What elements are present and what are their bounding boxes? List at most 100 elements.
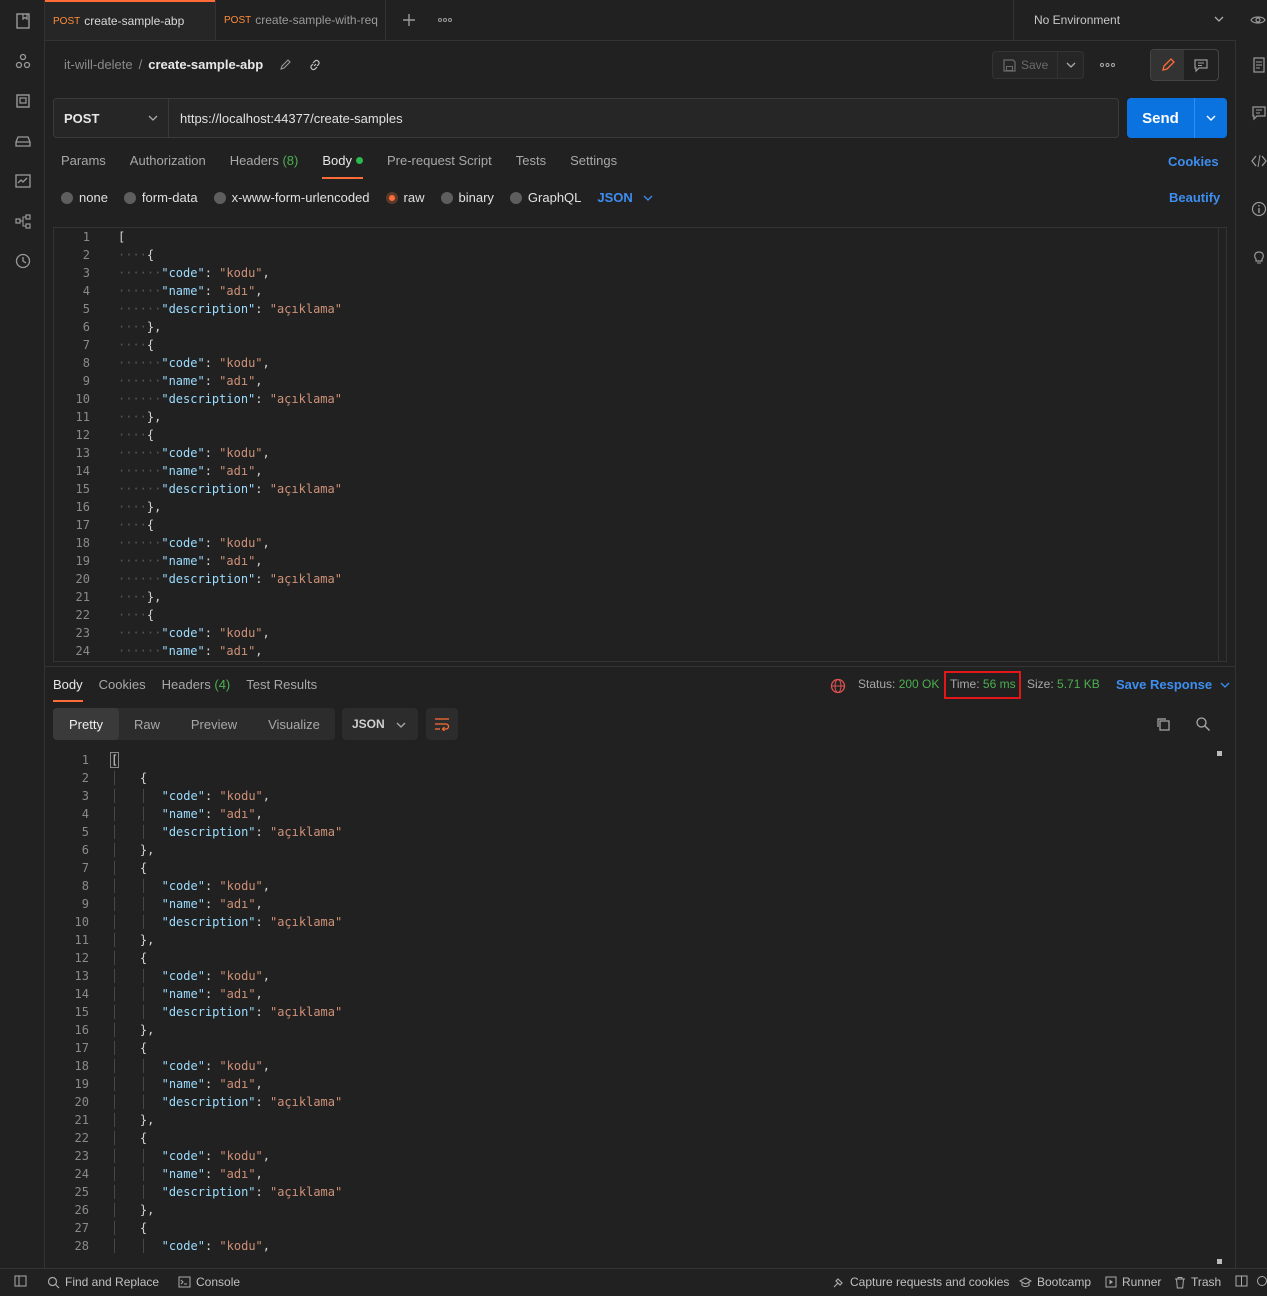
tab-headers[interactable]: Headers (8) [230, 153, 299, 177]
trash-button[interactable]: Trash [1174, 1275, 1221, 1289]
chevron-down-icon [396, 720, 406, 730]
tab-create-sample-abp[interactable]: POST create-sample-abp [45, 0, 215, 40]
monitors-icon[interactable] [14, 172, 32, 190]
response-tab-test-results[interactable]: Test Results [246, 677, 317, 701]
view-pretty[interactable]: Pretty [53, 708, 119, 740]
response-body-viewer[interactable]: 1[2 │ {3 │ │ "code": "kodu", 4 │ │ "name": "… [53, 751, 1227, 1266]
find-and-replace-button[interactable]: Find and Replace [47, 1275, 159, 1289]
console-button[interactable]: Console [178, 1275, 240, 1289]
tab-create-sample-with-req[interactable]: POST create-sample-with-req [216, 0, 379, 40]
response-status: Status: 200 OK [858, 677, 939, 691]
comment-mode-icon[interactable] [1184, 50, 1218, 80]
runner-button[interactable]: Runner [1105, 1275, 1161, 1289]
save-response-button[interactable]: Save Response [1116, 677, 1230, 692]
save-options-dropdown[interactable] [1057, 52, 1083, 78]
line-text: ······"name": "adı", [118, 284, 263, 298]
line-text: │ │ "code": "kodu", [111, 1149, 271, 1163]
request-body-editor[interactable]: 1[2 ····{3 ······"code": "kodu", 4 ······"na… [53, 227, 1227, 662]
beautify-link[interactable]: Beautify [1169, 190, 1220, 205]
code-line: 16 ····}, [54, 498, 1226, 516]
response-tab-cookies[interactable]: Cookies [99, 677, 146, 701]
more-tabs-icon[interactable] [438, 17, 452, 23]
tab-body[interactable]: Body [322, 153, 363, 179]
comments-icon[interactable] [1251, 105, 1267, 121]
save-button[interactable]: Save [993, 58, 1057, 72]
flows-icon[interactable] [14, 212, 32, 230]
body-type-form-data[interactable]: form-data [123, 190, 198, 205]
help-icon[interactable] [1257, 1275, 1267, 1287]
response-scrollbar[interactable] [1215, 751, 1223, 1266]
editor-scrollbar[interactable] [1218, 228, 1226, 661]
line-number: 19 [74, 1077, 89, 1091]
line-number: 17 [74, 1041, 89, 1055]
code-snippet-icon[interactable] [1251, 153, 1267, 169]
breadcrumb-parent[interactable]: it-will-delete [64, 57, 133, 72]
view-visualize[interactable]: Visualize [253, 708, 335, 740]
method-selector[interactable]: POST [54, 99, 169, 137]
code-line: 14 │ │ "name": "adı", [53, 985, 1227, 1003]
body-type-raw[interactable]: raw [385, 190, 425, 205]
body-language-label: JSON [597, 190, 633, 205]
body-type-binary[interactable]: binary [440, 190, 494, 205]
line-text: │ │ "description": "açıklama" [111, 1005, 343, 1019]
search-icon[interactable] [1195, 716, 1211, 732]
response-format-selector[interactable]: JSON [342, 708, 418, 740]
line-text: ······"name": "adı", [118, 554, 263, 568]
tab-params[interactable]: Params [61, 153, 106, 177]
scroll-up-icon[interactable] [1217, 751, 1222, 756]
response-tab-headers[interactable]: Headers (4) [162, 677, 231, 701]
line-number: 17 [75, 518, 90, 532]
more-actions-icon[interactable] [1100, 62, 1115, 68]
body-type-none[interactable]: none [61, 190, 108, 205]
tab-authorization[interactable]: Authorization [130, 153, 206, 177]
capture-requests-button[interactable]: Capture requests and cookies [832, 1275, 1009, 1289]
line-number: 6 [81, 843, 89, 857]
two-pane-view-icon[interactable] [1235, 1275, 1248, 1287]
body-type-urlencoded[interactable]: x-www-form-urlencoded [213, 190, 370, 205]
tab-tests[interactable]: Tests [516, 153, 546, 177]
pane-divider[interactable] [45, 666, 1235, 667]
network-globe-icon[interactable] [830, 678, 846, 694]
environment-quick-look-icon[interactable] [1250, 13, 1266, 27]
code-line: 11 │ }, [53, 931, 1227, 949]
view-preview[interactable]: Preview [175, 708, 253, 740]
tab-settings[interactable]: Settings [570, 153, 617, 177]
lightbulb-icon[interactable] [1251, 249, 1267, 265]
new-tab-icon[interactable] [402, 13, 416, 27]
code-line: 3 │ │ "code": "kodu", [53, 787, 1227, 805]
bootcamp-button[interactable]: Bootcamp [1019, 1275, 1091, 1289]
body-language-selector[interactable]: JSON [597, 190, 653, 205]
environments-icon[interactable] [14, 92, 32, 110]
toggle-sidebar-icon[interactable] [14, 1275, 27, 1287]
line-number: 8 [82, 356, 90, 370]
code-line: 11 ····}, [54, 408, 1226, 426]
wrap-lines-button[interactable] [426, 708, 458, 740]
mock-servers-icon[interactable] [14, 132, 32, 150]
chevron-down-icon [1214, 14, 1224, 24]
documentation-icon[interactable] [1251, 57, 1267, 73]
apis-icon[interactable] [14, 52, 32, 70]
view-raw[interactable]: Raw [119, 708, 175, 740]
scroll-down-icon[interactable] [1217, 1259, 1222, 1264]
copy-icon[interactable] [1155, 716, 1171, 732]
response-size[interactable]: Size: 5.71 KB [1027, 677, 1100, 691]
edit-mode-pencil-icon[interactable] [1151, 50, 1184, 80]
request-body-code: 1[2 ····{3 ······"code": "kodu", 4 ······"na… [54, 228, 1226, 660]
code-line: 23 ······"code": "kodu", [54, 624, 1226, 642]
url-input[interactable]: https://localhost:44377/create-samples [169, 99, 403, 137]
info-icon[interactable] [1251, 201, 1267, 217]
chevron-down-icon [643, 195, 653, 201]
tab-prerequest-script[interactable]: Pre-request Script [387, 153, 492, 177]
tab-method: POST [224, 14, 252, 26]
body-type-graphql[interactable]: GraphQL [509, 190, 581, 205]
environment-selector[interactable]: No Environment [1013, 0, 1238, 40]
send-button[interactable]: Send [1127, 98, 1194, 138]
history-icon[interactable] [14, 252, 32, 270]
code-line: 27 │ { [53, 1219, 1227, 1237]
copy-link-icon[interactable] [308, 58, 322, 72]
collections-icon[interactable] [14, 12, 32, 30]
cookies-link[interactable]: Cookies [1168, 154, 1219, 169]
response-tab-body[interactable]: Body [53, 677, 83, 702]
edit-name-icon[interactable] [279, 58, 292, 71]
send-options-dropdown[interactable] [1194, 98, 1227, 138]
